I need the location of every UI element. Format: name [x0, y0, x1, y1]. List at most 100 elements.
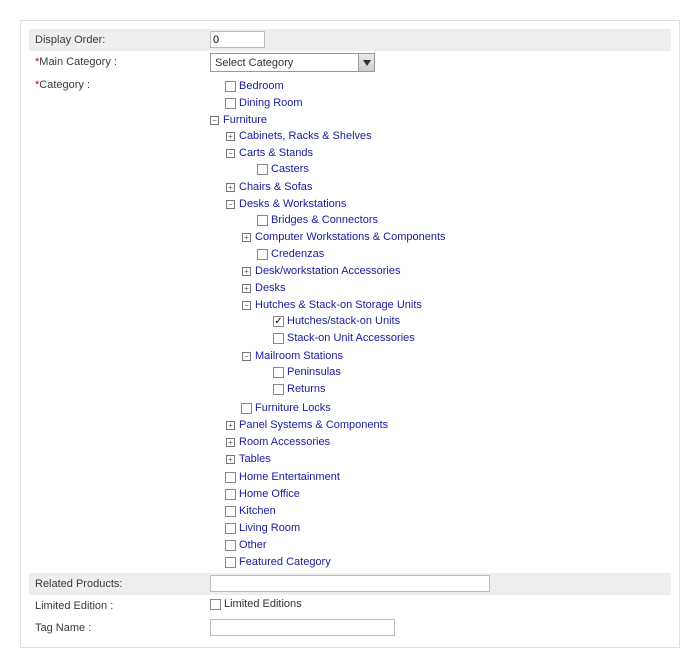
tree-node[interactable]: Credenzas — [242, 247, 665, 262]
tree-node-label: Desks & Workstations — [239, 197, 346, 212]
tree-node-label: Desk/workstation Accessories — [255, 264, 401, 279]
tree-checkbox[interactable] — [225, 472, 236, 483]
tree-node[interactable]: + Cabinets, Racks & Shelves — [226, 129, 665, 144]
tree-node[interactable]: Home Office — [210, 487, 665, 502]
limited-edition-checkbox[interactable] — [210, 599, 221, 610]
tree-node-label: Computer Workstations & Components — [255, 230, 446, 245]
row-main-category: *Main Category : Select Category — [29, 51, 671, 74]
expand-icon[interactable]: + — [242, 267, 251, 276]
tree-node[interactable]: + Computer Workstations & Components — [242, 230, 665, 245]
tree-node-label: Bridges & Connectors — [271, 213, 378, 228]
expand-icon[interactable]: + — [226, 132, 235, 141]
expand-icon[interactable]: + — [242, 284, 251, 293]
category-tree: BedroomDining Room−Furniture+Cabinets, R… — [210, 78, 665, 571]
tree-checkbox[interactable] — [273, 316, 284, 327]
tree-checkbox[interactable] — [225, 98, 236, 109]
tree-node[interactable]: −Hutches & Stack-on Storage Units — [242, 298, 665, 313]
tree-node[interactable]: Bedroom — [210, 79, 665, 94]
collapse-icon[interactable]: − — [242, 301, 251, 310]
tree-node[interactable]: Bridges & Connectors — [242, 213, 665, 228]
tree-checkbox[interactable] — [273, 367, 284, 378]
tree-node-label: Casters — [271, 162, 309, 177]
tree-node-label: Chairs & Sofas — [239, 180, 312, 195]
tree-node-label: Cabinets, Racks & Shelves — [239, 129, 372, 144]
expand-icon[interactable]: + — [242, 233, 251, 242]
tree-node[interactable]: Featured Category — [210, 555, 665, 570]
tree-node[interactable]: + Chairs & Sofas — [226, 180, 665, 195]
tree-node[interactable]: Furniture Locks — [226, 401, 665, 416]
expand-icon[interactable]: + — [226, 455, 235, 464]
tree-node-label: Stack-on Unit Accessories — [287, 331, 415, 346]
tree-checkbox[interactable] — [273, 384, 284, 395]
tree-node[interactable]: Living Room — [210, 521, 665, 536]
tree-node[interactable]: −Mailroom Stations — [242, 349, 665, 364]
tree-node[interactable]: Peninsulas — [258, 365, 665, 380]
tree-node-label: Mailroom Stations — [255, 349, 343, 364]
tree-node-label: Living Room — [239, 521, 300, 536]
tree-checkbox[interactable] — [225, 540, 236, 551]
tree-node-label: Furniture Locks — [255, 401, 331, 416]
row-related-products: Related Products: — [29, 573, 671, 595]
tree-node-label: Home Office — [239, 487, 300, 502]
label-category: *Category : — [35, 76, 210, 91]
tree-checkbox[interactable] — [225, 523, 236, 534]
expand-icon[interactable]: + — [226, 421, 235, 430]
tree-node[interactable]: −Carts & Stands — [226, 146, 665, 161]
tree-node-label: Furniture — [223, 113, 267, 128]
row-tag-name: Tag Name : — [29, 617, 671, 639]
tree-checkbox[interactable] — [225, 506, 236, 517]
expand-icon[interactable]: + — [226, 438, 235, 447]
main-category-select[interactable]: Select Category — [210, 53, 375, 72]
tree-checkbox[interactable] — [273, 333, 284, 344]
row-display-order: Display Order: — [29, 29, 671, 51]
collapse-icon[interactable]: − — [210, 116, 219, 125]
tree-checkbox[interactable] — [241, 403, 252, 414]
label-limited-edition: Limited Edition : — [35, 597, 210, 612]
tree-checkbox[interactable] — [257, 249, 268, 260]
tree-node-label: Returns — [287, 382, 326, 397]
tag-name-input[interactable] — [210, 619, 395, 636]
tree-node-label: Peninsulas — [287, 365, 341, 380]
label-related-products: Related Products: — [35, 575, 210, 590]
tree-node[interactable]: Hutches/stack-on Units — [258, 314, 665, 329]
tree-node-label: Carts & Stands — [239, 146, 313, 161]
tree-node-label: Hutches & Stack-on Storage Units — [255, 298, 422, 313]
tree-node[interactable]: +Panel Systems & Components — [226, 418, 665, 433]
tree-node[interactable]: Home Entertainment — [210, 470, 665, 485]
tree-checkbox[interactable] — [257, 215, 268, 226]
tree-node-label: Bedroom — [239, 79, 284, 94]
tree-checkbox[interactable] — [225, 81, 236, 92]
tree-checkbox[interactable] — [225, 489, 236, 500]
tree-checkbox[interactable] — [225, 557, 236, 568]
limited-edition-option-label: Limited Editions — [224, 597, 302, 612]
related-products-input[interactable] — [210, 575, 490, 592]
tree-node-label: Desks — [255, 281, 286, 296]
tree-node[interactable]: Stack-on Unit Accessories — [258, 331, 665, 346]
row-limited-edition: Limited Edition : Limited Editions — [29, 595, 671, 617]
collapse-icon[interactable]: − — [242, 352, 251, 361]
tree-node[interactable]: Returns — [258, 382, 665, 397]
collapse-icon[interactable]: − — [226, 149, 235, 158]
tree-node-label: Credenzas — [271, 247, 324, 262]
tree-node[interactable]: Kitchen — [210, 504, 665, 519]
tree-node[interactable]: Other — [210, 538, 665, 553]
tree-node[interactable]: + Desks — [242, 281, 665, 296]
tree-node[interactable]: −Desks & Workstations — [226, 197, 665, 212]
expand-icon[interactable]: + — [226, 183, 235, 192]
display-order-input[interactable] — [210, 31, 265, 48]
tree-node[interactable]: + Tables — [226, 452, 665, 467]
form-panel: Display Order: *Main Category : Select C… — [20, 20, 680, 648]
tree-node[interactable]: + Desk/workstation Accessories — [242, 264, 665, 279]
tree-node[interactable]: Dining Room — [210, 96, 665, 111]
label-main-category: *Main Category : — [35, 53, 210, 68]
tree-node-label: Other — [239, 538, 267, 553]
tree-node-label: Featured Category — [239, 555, 331, 570]
tree-node[interactable]: +Room Accessories — [226, 435, 665, 450]
limited-edition-option[interactable]: Limited Editions — [210, 597, 665, 612]
tree-node[interactable]: Casters — [242, 162, 665, 177]
tree-node-label: Tables — [239, 452, 271, 467]
collapse-icon[interactable]: − — [226, 200, 235, 209]
tree-checkbox[interactable] — [257, 164, 268, 175]
label-display-order: Display Order: — [35, 31, 210, 46]
tree-node[interactable]: −Furniture — [210, 113, 665, 128]
